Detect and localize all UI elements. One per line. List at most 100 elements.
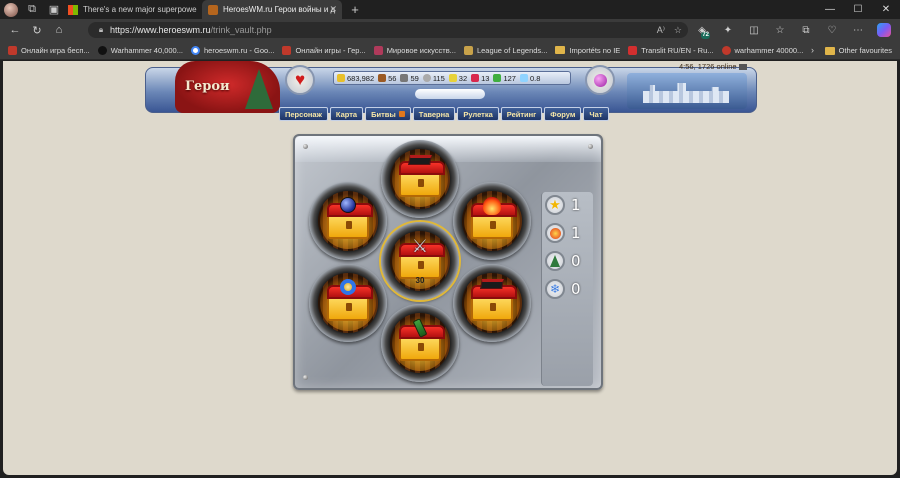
bookmark-item[interactable]: League of Legends... [463, 45, 547, 55]
chest-slot[interactable] [381, 140, 459, 218]
browser-tools: ◈ 72 ✦ ◫ ☆ ⧉ ♡ ⋯ [690, 19, 896, 41]
resource-crystal: 13 [471, 74, 489, 83]
back-icon[interactable]: ← [4, 19, 26, 41]
monitor-icon [738, 64, 747, 71]
refresh-icon[interactable]: ↻ [26, 19, 48, 41]
health-heart-icon[interactable]: ♥ [285, 65, 315, 95]
new-tab-button[interactable]: + [348, 2, 362, 17]
menu-forum[interactable]: Форум [544, 107, 582, 121]
battle-alert-icon [398, 111, 405, 117]
resource-mercury: 115 [422, 74, 445, 83]
crystal-icon [471, 74, 480, 82]
copilot-icon[interactable] [872, 19, 896, 41]
gems-icon [493, 74, 502, 82]
tab-title: HeroesWM.ru Герои войны и д [223, 5, 336, 14]
bookmark-item[interactable]: heroeswm.ru - Goo... [190, 45, 274, 55]
chest-slot[interactable] [453, 182, 531, 260]
bookmark-favicon-icon [282, 45, 292, 55]
sapphire-icon [340, 197, 356, 213]
counter-star: ★ 1 [545, 194, 595, 216]
chest-icon [471, 203, 517, 239]
center-count: 30 [415, 276, 425, 285]
split-screen-icon[interactable]: ◫ [742, 19, 766, 41]
chest-icon [327, 285, 373, 321]
heroes-logo[interactable]: Герои [185, 79, 230, 94]
maximize-icon[interactable]: ☐ [844, 0, 872, 19]
center-chest-slot[interactable]: ⚔ 30 [381, 222, 459, 300]
bookmark-favicon-icon [97, 45, 107, 55]
extension-icon[interactable]: ◈ 72 [690, 19, 714, 41]
google-favicon-icon [190, 45, 200, 55]
resource-gems: 127 [493, 74, 516, 83]
other-favourites[interactable]: Other favourites [824, 41, 892, 60]
counter-snowflake: ❄ 0 [545, 278, 595, 300]
dark-box-icon [408, 155, 432, 165]
diamond-icon [519, 74, 528, 82]
rivet [588, 144, 593, 149]
dark-box-icon [480, 279, 504, 289]
resource-diamonds: 0.8 [519, 74, 540, 83]
bookmark-folder[interactable]: Importéts no IE [555, 46, 620, 55]
address-toolbar: ← ↻ ⌂ 🔒︎ https://www.heroeswm.ru/trink_v… [0, 19, 900, 41]
chest-slot[interactable] [309, 264, 387, 342]
bookmark-item[interactable]: Warhammer 40,000... [97, 45, 183, 55]
url-host: https://www.heroeswm.ru [110, 25, 211, 35]
ring-icon [340, 279, 356, 295]
window-controls: — ☐ ✕ [816, 0, 900, 19]
bookmark-item[interactable]: Онлайн игры - Гер... [282, 45, 366, 55]
fire-icon [483, 197, 501, 215]
ore-icon [400, 74, 409, 82]
potion-slot[interactable] [585, 65, 615, 95]
tab-inactive[interactable]: There's a new major superpowe [62, 0, 202, 19]
menu-chat[interactable]: Чат [583, 107, 609, 121]
tab-actions-icon[interactable]: ▣ [46, 2, 62, 18]
tab-active[interactable]: HeroesWM.ru Герои войны и д ✕ [202, 0, 342, 19]
close-tab-icon[interactable]: ✕ [329, 4, 337, 15]
workspaces-icon[interactable]: ⧉ [24, 2, 40, 18]
bookmark-item[interactable]: Онлайн игра бесп... [8, 45, 90, 55]
resource-wood: 56 [378, 74, 396, 83]
chest-slot[interactable] [309, 182, 387, 260]
chest-icon [471, 285, 517, 321]
more-menu-icon[interactable]: ⋯ [846, 19, 870, 41]
tree-icon [545, 251, 565, 271]
chest-icon [399, 161, 445, 197]
favorite-star-icon[interactable]: ☆ [674, 25, 682, 36]
favorites-icon[interactable]: ☆ [768, 19, 792, 41]
address-field[interactable]: 🔒︎ https://www.heroeswm.ru/trink_vault.p… [88, 22, 688, 38]
menu-rating[interactable]: Рейтинг [500, 107, 543, 121]
bookmark-item[interactable]: Translit RU/EN - Ru... [628, 45, 714, 55]
bookmark-item[interactable]: Мировое искусств... [373, 45, 456, 55]
home-icon[interactable]: ⌂ [48, 19, 70, 41]
resource-gold: 683,982 [337, 74, 374, 83]
rivet [303, 375, 308, 380]
chest-slot[interactable] [453, 264, 531, 342]
snowflake-icon: ❄ [545, 279, 565, 299]
bookmark-item[interactable]: warhammer 40000... [721, 45, 803, 55]
read-aloud-icon[interactable]: A⁾ [657, 25, 665, 36]
wood-icon [378, 74, 387, 82]
lock-icon[interactable]: 🔒︎ [92, 25, 110, 35]
menu-character[interactable]: Персонаж [279, 107, 328, 121]
url-path: /trink_vault.php [210, 25, 272, 35]
resources-bar: 683,982 56 59 115 32 13 127 0.8 [333, 71, 571, 85]
chest-icon [327, 203, 373, 239]
menu-battles[interactable]: Битвы [365, 107, 411, 121]
extensions-puzzle-icon[interactable]: ✦ [716, 19, 740, 41]
crossed-swords-icon: ⚔ [411, 236, 429, 256]
minimize-icon[interactable]: — [816, 0, 844, 19]
game-menu: Персонаж Карта Битвы Таверна Рулетка Рей… [279, 107, 609, 121]
profile-avatar[interactable] [4, 2, 18, 17]
menu-roulette[interactable]: Рулетка [457, 107, 499, 121]
chest-slot[interactable] [381, 304, 459, 382]
chevron-right-icon[interactable]: › [811, 45, 814, 55]
menu-map[interactable]: Карта [329, 107, 364, 121]
rivet [303, 144, 308, 149]
counter-tree: 0 [545, 250, 595, 272]
browser-essentials-icon[interactable]: ♡ [820, 19, 844, 41]
menu-tavern[interactable]: Таверна [412, 107, 456, 121]
close-window-icon[interactable]: ✕ [872, 0, 900, 19]
collections-icon[interactable]: ⧉ [794, 19, 818, 41]
mercury-icon [422, 74, 431, 82]
star-icon: ★ [545, 195, 565, 215]
